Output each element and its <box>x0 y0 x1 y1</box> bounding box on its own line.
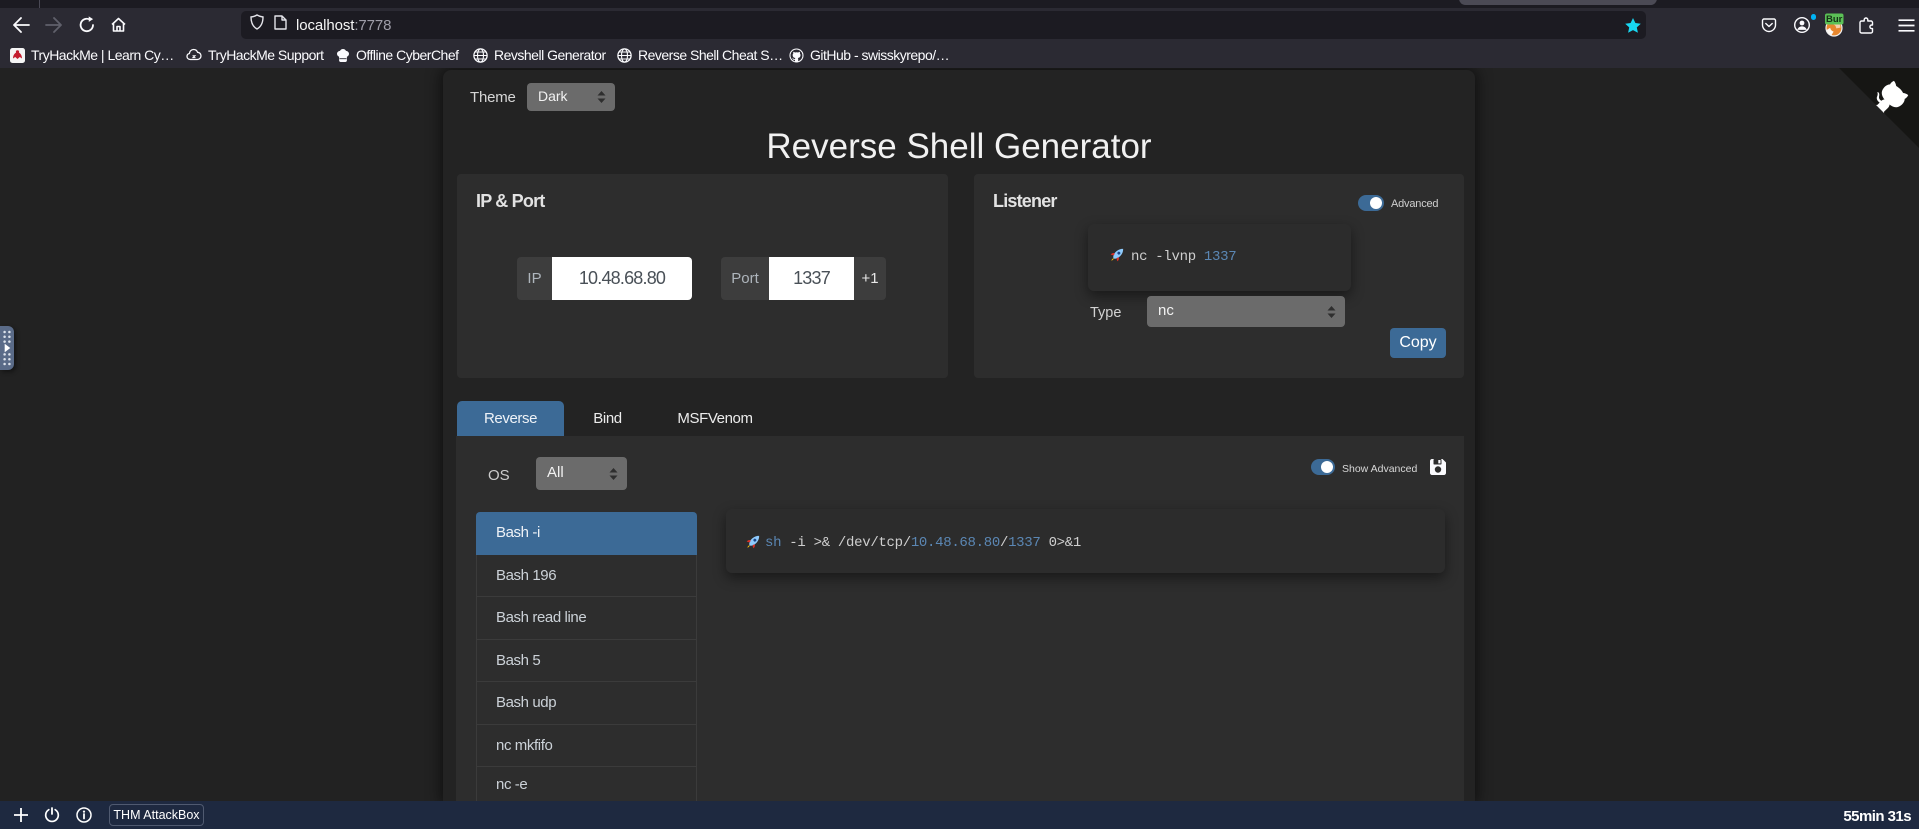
svg-text:Bur: Bur <box>1826 14 1843 25</box>
